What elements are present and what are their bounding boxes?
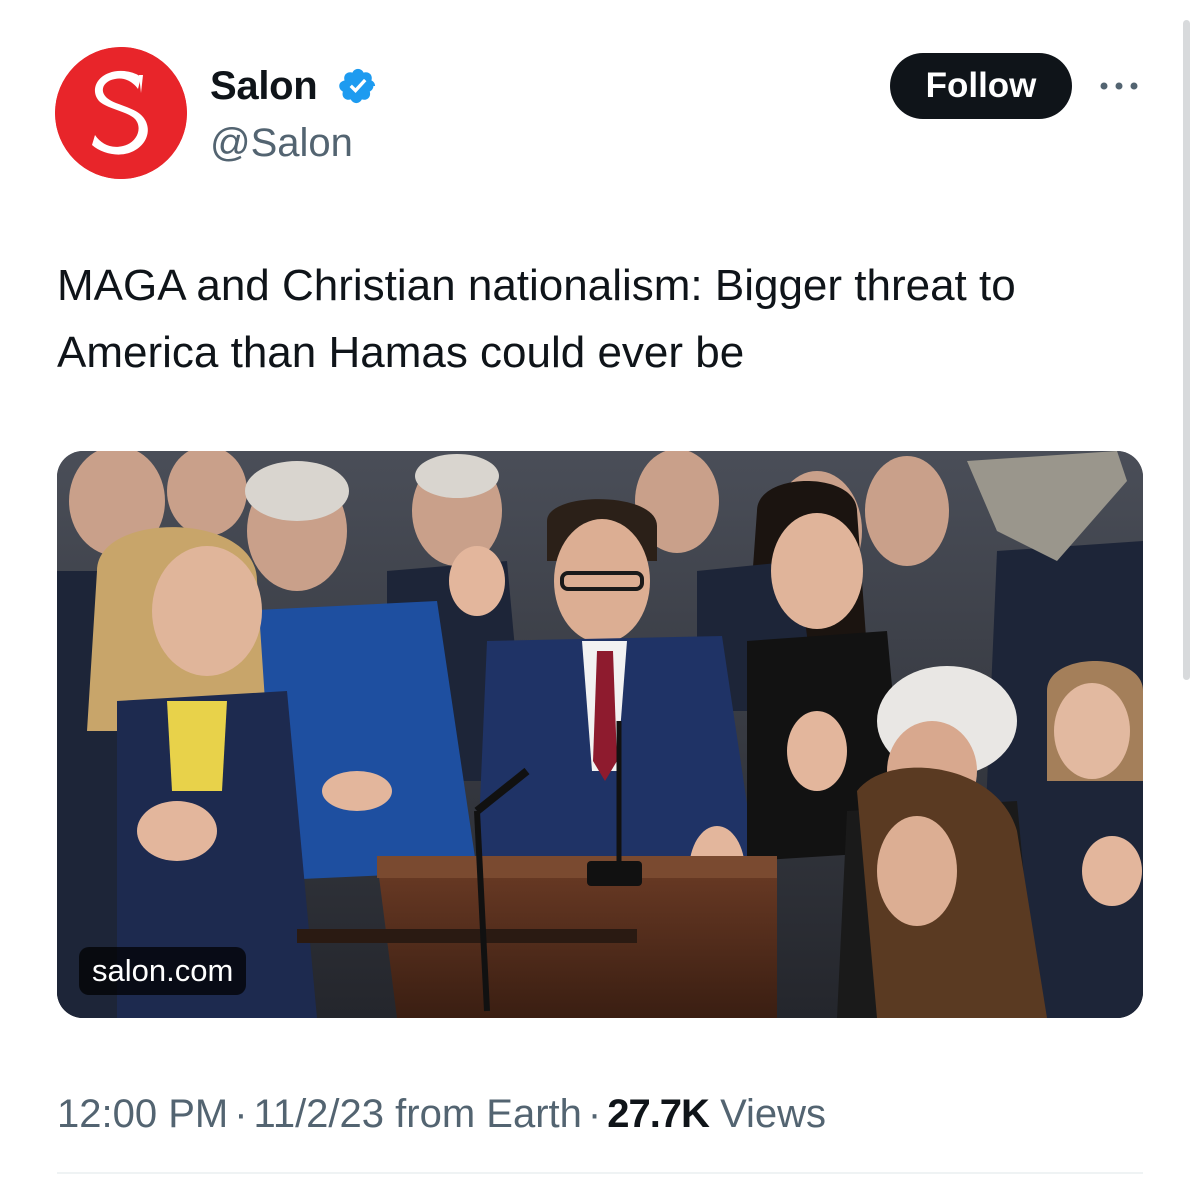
meta-separator: · <box>234 1092 248 1136</box>
more-horizontal-icon[interactable] <box>1098 76 1140 96</box>
divider <box>57 1172 1143 1174</box>
tweet-meta: 12:00 PM · 11/2/23 from Earth · 27.7K Views <box>57 1088 826 1140</box>
avatar[interactable] <box>55 47 187 179</box>
handle[interactable]: @Salon <box>210 117 353 169</box>
views-label: Views <box>720 1092 827 1136</box>
follow-button[interactable]: Follow <box>890 53 1072 119</box>
display-name[interactable]: Salon <box>210 60 318 112</box>
verified-badge-icon <box>339 68 376 104</box>
salon-logo-icon <box>55 47 187 179</box>
tweet-card: Salon @Salon Follow MAGA and Christian n… <box>0 0 1200 1177</box>
views-count: 27.7K <box>607 1092 710 1136</box>
meta-separator: · <box>587 1092 602 1136</box>
scrollbar[interactable] <box>1183 20 1190 680</box>
tweet-time[interactable]: 12:00 PM <box>57 1092 228 1136</box>
link-domain-chip[interactable]: salon.com <box>79 947 247 995</box>
tweet-text: MAGA and Christian nationalism: Bigger t… <box>57 261 1016 377</box>
link-card-image[interactable]: salon.com <box>57 451 1143 1018</box>
tweet-date-source[interactable]: 11/2/23 from Earth <box>254 1092 582 1136</box>
news-photo <box>57 451 1143 1018</box>
